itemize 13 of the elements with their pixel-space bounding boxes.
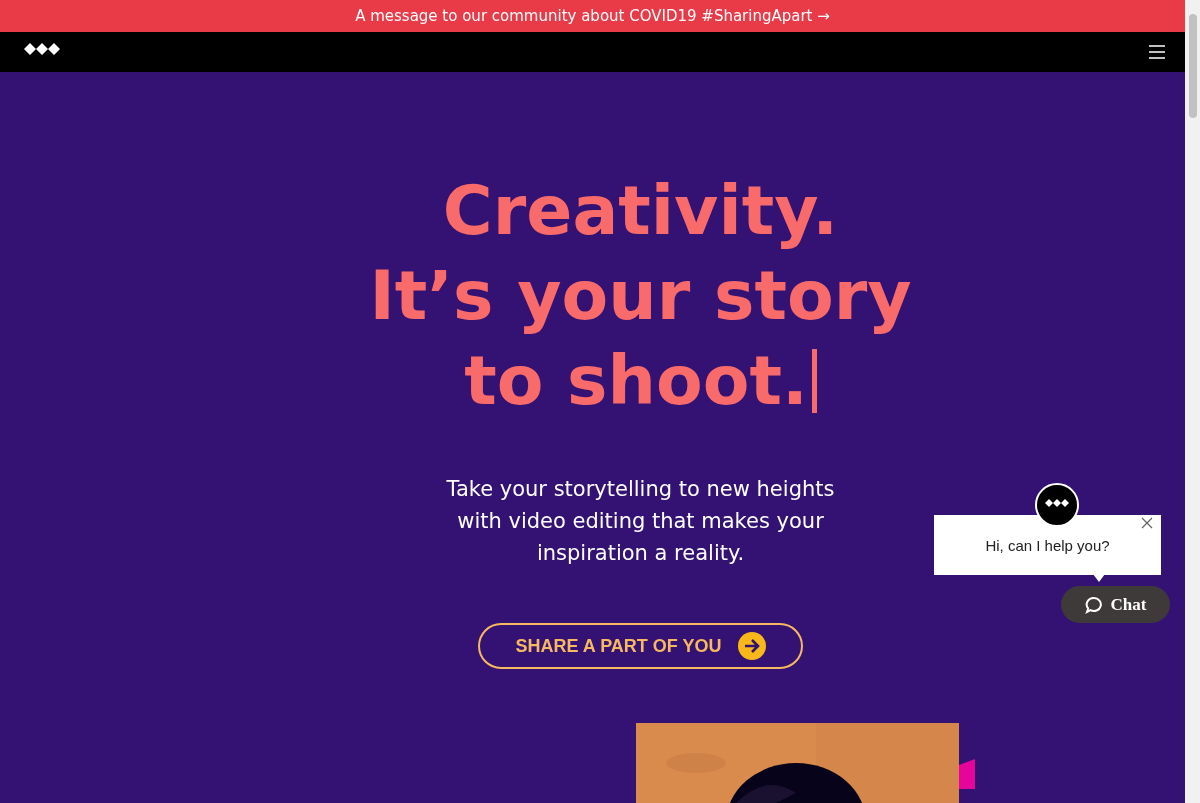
speech-bubble-icon: [1084, 595, 1103, 614]
hero-subtitle: Take your storytelling to new heights with video editing that makes your inspiration a reality.: [445, 476, 836, 567]
chat-button[interactable]: Chat: [1061, 586, 1170, 623]
chat-greeting: Hi, can I help you?: [985, 536, 1110, 554]
menu-icon[interactable]: [1149, 45, 1165, 59]
cta-button[interactable]: SHARE A PART OF YOU: [478, 623, 803, 669]
arrow-right-icon: [737, 632, 766, 660]
headline-text: to shoot.: [464, 340, 808, 422]
headline-text: It’s your story: [369, 255, 912, 337]
scrollbar[interactable]: [1185, 0, 1200, 803]
headline-text: Creativity.: [442, 170, 839, 252]
announcement-banner[interactable]: A message to our community about COVID19 #SharingApart →: [0, 0, 1185, 32]
text-cursor: [811, 348, 817, 413]
